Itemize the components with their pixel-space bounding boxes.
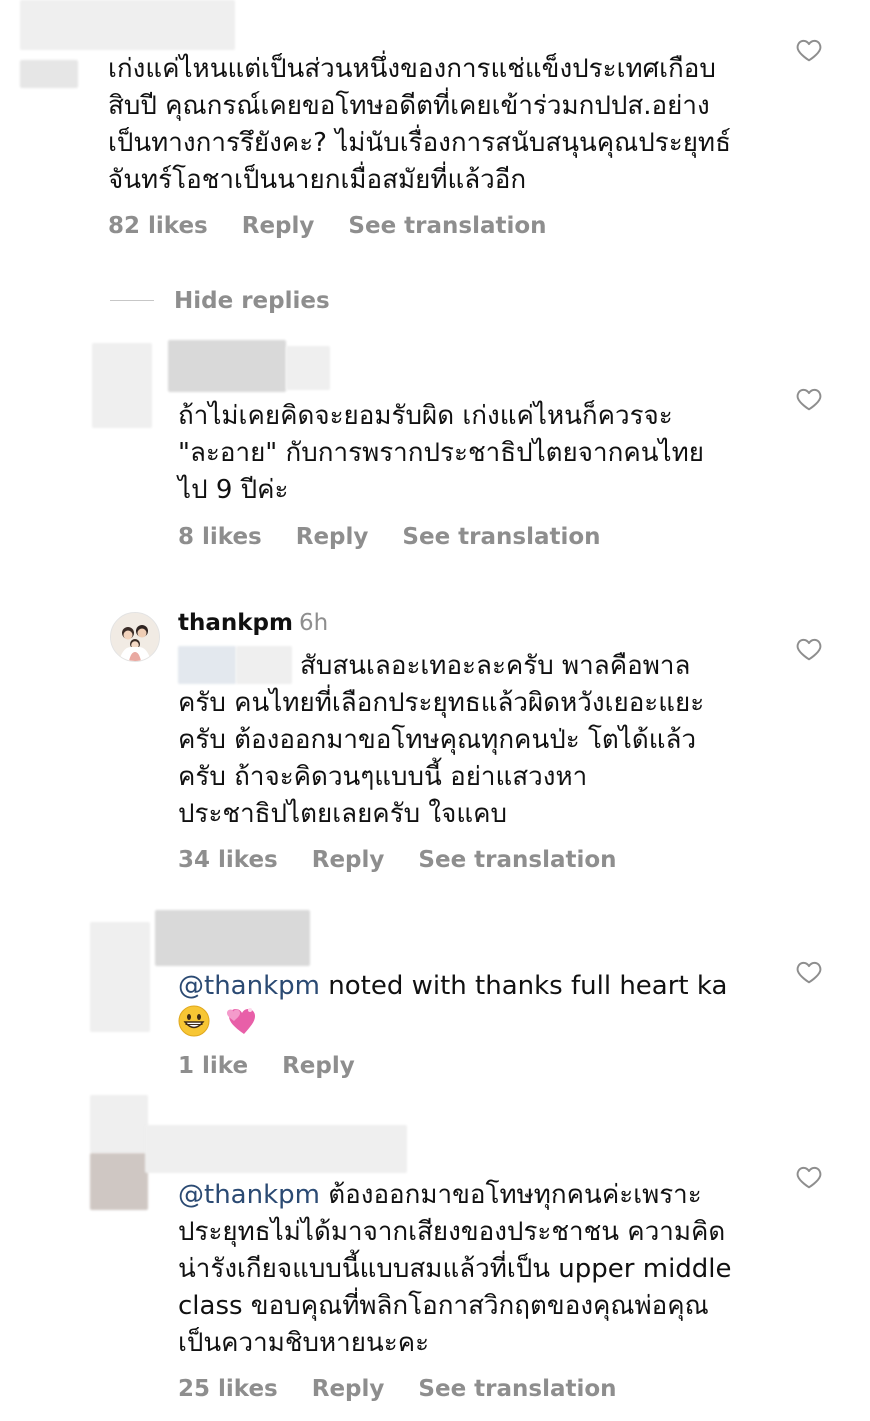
comment-meta: 82 likes Reply See translation bbox=[108, 211, 547, 241]
redacted-username bbox=[168, 340, 286, 392]
likes-count[interactable]: 25 likes bbox=[178, 1374, 278, 1404]
username[interactable]: thankpm bbox=[178, 610, 293, 636]
comment-header: thankpm 6h bbox=[178, 608, 328, 638]
see-translation-button[interactable]: See translation bbox=[402, 522, 600, 552]
comment-text: สับสนเลอะเทอะละครับ พาลคือพาล ครับ คนไทย… bbox=[178, 651, 705, 829]
comment-text: เก่งแค่ไหนแต่เป็นส่วนหนึ่งของการแช่แข็งป… bbox=[108, 54, 731, 195]
comment-meta: 34 likes Reply See translation bbox=[178, 845, 617, 875]
heart-outline-icon[interactable] bbox=[796, 960, 822, 984]
redacted-username bbox=[20, 0, 235, 50]
see-translation-button[interactable]: See translation bbox=[418, 1374, 616, 1404]
mention-link[interactable]: @thankpm bbox=[178, 971, 320, 1001]
redacted-avatar bbox=[20, 60, 78, 88]
heart-outline-icon[interactable] bbox=[796, 1165, 822, 1189]
reply-button[interactable]: Reply bbox=[312, 845, 385, 875]
reply-button[interactable]: Reply bbox=[312, 1374, 385, 1404]
redacted-username bbox=[145, 1125, 407, 1173]
redacted-username bbox=[155, 910, 310, 966]
likes-count[interactable]: 1 like bbox=[178, 1051, 248, 1081]
redacted-avatar bbox=[90, 1153, 148, 1210]
redacted-avatar bbox=[92, 343, 152, 428]
divider bbox=[110, 300, 154, 301]
redacted-avatar-top bbox=[90, 1095, 148, 1153]
heart-outline-icon[interactable] bbox=[796, 387, 822, 411]
comment-text: ถ้าไม่เคยคิดจะยอมรับผิด เก่งแค่ไหนก็ควรจ… bbox=[178, 401, 704, 505]
comment-meta: 8 likes Reply See translation bbox=[178, 522, 601, 552]
likes-count[interactable]: 34 likes bbox=[178, 845, 278, 875]
avatar[interactable] bbox=[110, 612, 160, 662]
reply-button[interactable]: Reply bbox=[296, 522, 369, 552]
likes-count[interactable]: 8 likes bbox=[178, 522, 262, 552]
heart-outline-icon[interactable] bbox=[796, 38, 822, 62]
timestamp: 6h bbox=[299, 610, 329, 636]
heart-outline-icon[interactable] bbox=[796, 637, 822, 661]
comment-text: @thankpm noted with thanks full heart ka bbox=[178, 968, 727, 1048]
see-translation-button[interactable]: See translation bbox=[418, 845, 616, 875]
grinning-face-icon bbox=[178, 1005, 210, 1048]
mention-link[interactable]: @thankpm bbox=[178, 1180, 320, 1210]
comment-meta: 1 like Reply bbox=[178, 1051, 355, 1081]
hide-replies-label: Hide replies bbox=[174, 288, 330, 314]
revolving-hearts-icon bbox=[224, 1005, 258, 1048]
emoji-line bbox=[178, 1005, 727, 1048]
comment-meta: 25 likes Reply See translation bbox=[178, 1374, 617, 1404]
redacted-avatar bbox=[90, 922, 150, 1032]
comment-text: @thankpm ต้องออกมาขอโทษทุกคนค่ะเพราะ ประ… bbox=[178, 1180, 732, 1358]
see-translation-button[interactable]: See translation bbox=[348, 211, 546, 241]
likes-count[interactable]: 82 likes bbox=[108, 211, 208, 241]
reply-button[interactable]: Reply bbox=[242, 211, 315, 241]
redacted-username-tail bbox=[286, 346, 330, 390]
reply-button[interactable]: Reply bbox=[282, 1051, 355, 1081]
